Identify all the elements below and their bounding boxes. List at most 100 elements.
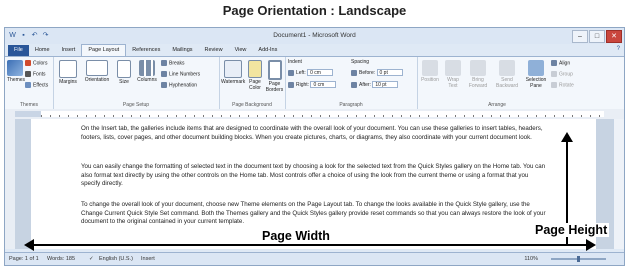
position-button[interactable]: Position bbox=[419, 60, 441, 83]
indent-left-input[interactable]: 0 cm bbox=[307, 69, 334, 76]
spacing-before-row: Before: 0 pt bbox=[351, 69, 403, 76]
orientation-label: Orientation bbox=[84, 77, 110, 83]
help-icon[interactable]: ? bbox=[617, 46, 620, 52]
page-background-group-label: Page Background bbox=[232, 102, 272, 108]
group-icon bbox=[551, 71, 557, 77]
title-bar: W ▪ ↶ ↷ Document1 - Microsoft Word – □ ✕ bbox=[5, 28, 624, 44]
themes-button[interactable]: Themes bbox=[7, 60, 26, 83]
language[interactable]: English (U.S.) bbox=[99, 253, 133, 265]
hyphenation-button[interactable]: Hyphenation bbox=[161, 82, 197, 88]
page-width-arrow-left-head bbox=[24, 239, 34, 251]
close-button[interactable]: ✕ bbox=[606, 30, 622, 43]
page-color-label: Page Color bbox=[249, 79, 261, 91]
spacing-after-input[interactable]: 10 pt bbox=[372, 81, 399, 88]
page-borders-icon bbox=[267, 60, 282, 80]
minimize-button[interactable]: – bbox=[572, 30, 588, 43]
paragraph-2[interactable]: You can easily change the formatting of … bbox=[81, 163, 549, 189]
margins-icon bbox=[59, 60, 77, 78]
page-setup-group: Margins Orientation Size Columns Breaks … bbox=[53, 57, 220, 109]
maximize-button[interactable]: □ bbox=[589, 30, 605, 43]
page-setup-group-label: Page Setup bbox=[122, 102, 150, 108]
position-icon bbox=[422, 60, 438, 76]
window-controls: – □ ✕ bbox=[572, 30, 622, 43]
tab-page-layout[interactable]: Page Layout bbox=[81, 44, 127, 56]
paragraph-group-label: Paragraph bbox=[339, 102, 363, 108]
proofing-icon[interactable]: ✓ bbox=[89, 253, 94, 265]
watermark-button[interactable]: Watermark bbox=[221, 60, 245, 85]
wrap-text-label: Wrap Text bbox=[447, 77, 459, 89]
breaks-button[interactable]: Breaks bbox=[161, 60, 185, 66]
position-label: Position bbox=[421, 77, 439, 83]
spacing-before-label: Before: bbox=[359, 69, 376, 76]
word-count[interactable]: Words: 185 bbox=[47, 253, 75, 265]
size-label: Size bbox=[119, 79, 129, 85]
tab-references[interactable]: References bbox=[126, 45, 166, 56]
colors-label: Colors bbox=[33, 60, 48, 67]
indent-right-label: Right: bbox=[296, 81, 310, 88]
tab-view[interactable]: View bbox=[229, 45, 253, 56]
tab-file[interactable]: File bbox=[8, 45, 29, 56]
spacing-after-icon bbox=[351, 81, 357, 88]
vertical-scrollbar[interactable] bbox=[613, 119, 624, 249]
paragraph-3[interactable]: To change the overall look of your docum… bbox=[81, 201, 549, 227]
indent-right-icon bbox=[288, 81, 294, 88]
paragraph-group: Indent Spacing Left: 0 cm Right: 0 cm Be… bbox=[285, 57, 418, 109]
tab-mailings[interactable]: Mailings bbox=[166, 45, 198, 56]
fonts-icon bbox=[25, 71, 31, 77]
line-numbers-button[interactable]: Line Numbers bbox=[161, 71, 200, 77]
insert-mode[interactable]: Insert bbox=[141, 253, 155, 265]
effects-button[interactable]: Effects bbox=[25, 82, 48, 88]
margins-button[interactable]: Margins bbox=[57, 60, 79, 85]
page-background-group: Watermark Page Color Page Borders Page B… bbox=[219, 57, 286, 109]
page-borders-button[interactable]: Page Borders bbox=[265, 60, 284, 93]
align-button[interactable]: Align bbox=[551, 60, 570, 66]
group-button[interactable]: Group bbox=[551, 71, 573, 77]
columns-button[interactable]: Columns bbox=[135, 60, 159, 83]
selection-pane-button[interactable]: Selection Pane bbox=[523, 60, 549, 89]
align-icon bbox=[551, 60, 557, 66]
ribbon-tabs: File Home Insert Page Layout References … bbox=[5, 44, 624, 56]
columns-label: Columns bbox=[137, 77, 157, 83]
colors-button[interactable]: Colors bbox=[25, 60, 47, 66]
tab-add-ins[interactable]: Add-Ins bbox=[252, 45, 283, 56]
page-color-button[interactable]: Page Color bbox=[246, 60, 264, 91]
rotate-button[interactable]: Rotate bbox=[551, 82, 574, 88]
orientation-button[interactable]: Orientation bbox=[81, 60, 113, 83]
fonts-button[interactable]: Fonts bbox=[25, 71, 46, 77]
spacing-before-input[interactable]: 0 pt bbox=[376, 69, 403, 76]
page-count[interactable]: Page: 1 of 1 bbox=[9, 253, 39, 265]
bring-forward-icon bbox=[470, 60, 486, 76]
effects-icon bbox=[25, 82, 31, 88]
wrap-text-button[interactable]: Wrap Text bbox=[443, 60, 463, 89]
indent-label: Indent bbox=[288, 59, 302, 65]
size-icon bbox=[117, 60, 131, 78]
zoom-slider-thumb[interactable] bbox=[577, 256, 580, 262]
page-height-arrow-top-head bbox=[561, 132, 573, 142]
indent-left-icon bbox=[288, 69, 294, 76]
tab-review[interactable]: Review bbox=[199, 45, 229, 56]
bring-forward-button[interactable]: Bring Forward bbox=[465, 60, 491, 89]
watermark-label: Watermark bbox=[221, 79, 246, 85]
watermark-icon bbox=[224, 60, 242, 78]
page-width-label: Page Width bbox=[260, 229, 332, 243]
themes-icon bbox=[7, 60, 23, 76]
themes-label: Themes bbox=[7, 77, 26, 83]
line-numbers-label: Line Numbers bbox=[169, 71, 201, 78]
paragraph-1[interactable]: On the Insert tab, the galleries include… bbox=[81, 125, 549, 142]
margins-label: Margins bbox=[59, 79, 77, 85]
page-height-label: Page Height bbox=[533, 223, 610, 237]
fonts-label: Fonts bbox=[33, 71, 46, 78]
spacing-after-row: After: 10 pt bbox=[351, 81, 399, 88]
spacing-before-icon bbox=[351, 69, 357, 76]
send-backward-button[interactable]: Send Backward bbox=[493, 60, 521, 89]
send-backward-icon bbox=[499, 60, 515, 76]
breaks-label: Breaks bbox=[169, 60, 185, 67]
send-backward-label: Send Backward bbox=[496, 77, 518, 89]
tab-home[interactable]: Home bbox=[29, 45, 56, 56]
wrap-text-icon bbox=[445, 60, 461, 76]
spacing-label: Spacing bbox=[351, 59, 370, 65]
size-button[interactable]: Size bbox=[115, 60, 133, 85]
tab-insert[interactable]: Insert bbox=[56, 45, 82, 56]
zoom-level[interactable]: 110% bbox=[524, 253, 538, 265]
indent-right-input[interactable]: 0 cm bbox=[310, 81, 337, 88]
